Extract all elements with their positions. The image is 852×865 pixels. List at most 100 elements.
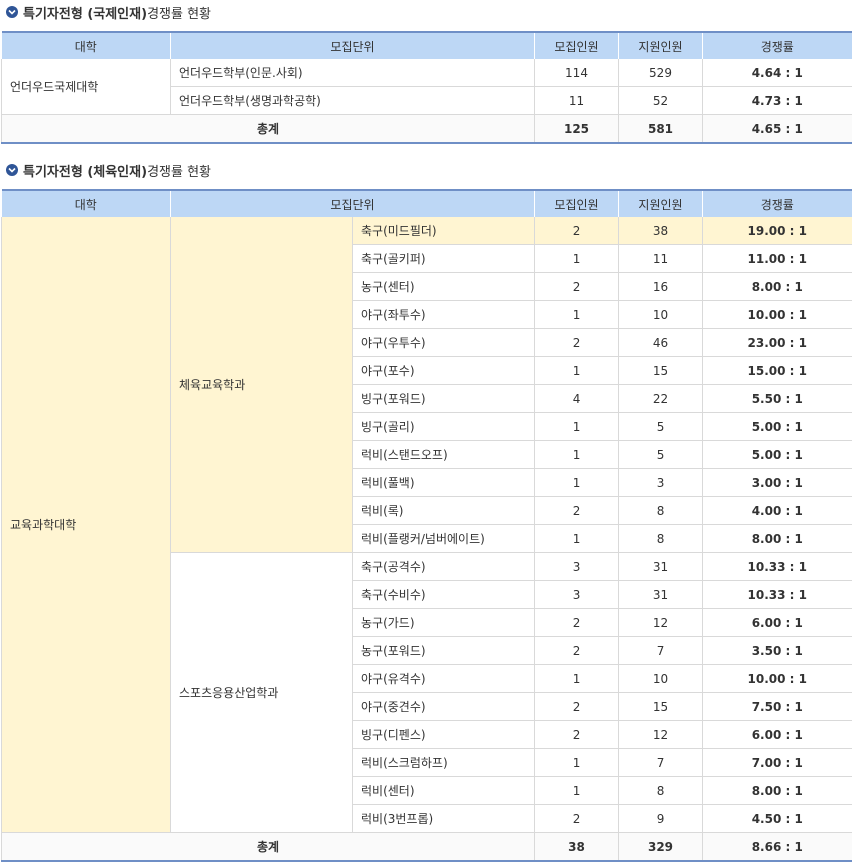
quota-cell: 2: [534, 496, 619, 525]
header-ratio: 경쟁률: [702, 189, 852, 217]
quota-cell: 2: [534, 720, 619, 749]
unit-cell: 언더우드학부(생명과학공학): [170, 86, 535, 115]
quota-cell: 3: [534, 552, 619, 581]
total-row: 총계 125 581 4.65 : 1: [1, 114, 852, 144]
ratio-cell: 4.73 : 1: [702, 86, 852, 115]
applicants-cell: 16: [618, 272, 703, 301]
unit-cell: 농구(센터): [351, 272, 535, 301]
section-title-bold: 특기자전형 (체육인재): [23, 164, 148, 180]
section-title-international: 특기자전형 (국제인재) 경쟁률 현황: [6, 2, 211, 22]
total-applicants: 581: [618, 114, 703, 144]
unit-cell: 럭비(플랭커/넘버에이트): [351, 524, 535, 553]
ratio-cell: 15.00 : 1: [702, 356, 852, 385]
ratio-cell: 10.00 : 1: [702, 300, 852, 329]
quota-cell: 2: [534, 328, 619, 357]
ratio-cell: 7.00 : 1: [702, 748, 852, 777]
quota-cell: 1: [534, 468, 619, 497]
total-row: 총계 38 329 8.66 : 1: [0, 832, 852, 862]
ratio-cell: 6.00 : 1: [702, 720, 852, 749]
section-title-bold: 특기자전형 (국제인재): [23, 6, 148, 22]
table-row: 교육과학대학 체육교육학과 축구(미드필더) 2 38 19.00 : 1: [1, 217, 852, 833]
table-header-row: 대학 모집단위 모집인원 지원인원 경쟁률: [1, 31, 852, 59]
applicants-cell: 7: [618, 636, 703, 665]
unit-cell: 축구(수비수): [351, 580, 535, 609]
quota-cell: 1: [534, 244, 619, 273]
competition-table-international: 대학 모집단위 모집인원 지원인원 경쟁률 언더우드국제대학 언더우드학부(인문…: [1, 31, 852, 144]
applicants-cell: 529: [618, 59, 703, 87]
unit-cell: 럭비(스크럼하프): [351, 748, 535, 777]
ratio-cell: 5.00 : 1: [702, 412, 852, 441]
applicants-cell: 46: [618, 328, 703, 357]
quota-cell: 2: [534, 608, 619, 637]
header-unit: 모집단위: [170, 31, 535, 59]
quota-cell: 1: [534, 776, 619, 805]
applicants-cell: 8: [618, 496, 703, 525]
applicants-cell: 12: [618, 720, 703, 749]
unit-cell: 축구(공격수): [351, 552, 535, 581]
unit-cell: 빙구(골리): [351, 412, 535, 441]
section-title-rest: 경쟁률 현황: [147, 6, 211, 22]
quota-cell: 1: [534, 356, 619, 385]
quota-cell: 2: [534, 272, 619, 301]
ratio-cell: 19.00 : 1: [702, 217, 852, 245]
quota-cell: 2: [534, 692, 619, 721]
quota-cell: 1: [534, 440, 619, 469]
header-quota: 모집인원: [534, 189, 619, 217]
table-row: 언더우드국제대학 언더우드학부(인문.사회) 114 529 4.64 : 1: [1, 59, 852, 115]
unit-cell: 야구(유격수): [351, 664, 535, 693]
ratio-cell: 10.00 : 1: [702, 664, 852, 693]
quota-cell: 11: [534, 86, 619, 115]
unit-cell: 빙구(디펜스): [351, 720, 535, 749]
ratio-cell: 4.00 : 1: [702, 496, 852, 525]
quota-cell: 2: [534, 636, 619, 665]
header-quota: 모집인원: [534, 31, 619, 59]
ratio-cell: 11.00 : 1: [702, 244, 852, 273]
applicants-cell: 38: [618, 217, 703, 245]
ratio-cell: 5.00 : 1: [702, 440, 852, 469]
unit-cell: 야구(우투수): [351, 328, 535, 357]
total-label: 총계: [0, 832, 535, 862]
unit-cell: 언더우드학부(인문.사회): [170, 59, 535, 87]
unit-cell: 럭비(스탠드오프): [351, 440, 535, 469]
applicants-cell: 9: [618, 804, 703, 833]
ratio-cell: 8.00 : 1: [702, 272, 852, 301]
applicants-cell: 11: [618, 244, 703, 273]
total-quota: 125: [534, 114, 619, 144]
unit-cell: 럭비(록): [351, 496, 535, 525]
department-cell: 스포츠응용산업학과: [170, 552, 353, 833]
ratio-cell: 4.64 : 1: [702, 59, 852, 87]
unit-cell: 농구(포워드): [351, 636, 535, 665]
header-applicants: 지원인원: [618, 31, 703, 59]
college-cell: 교육과학대학: [1, 217, 171, 833]
unit-cell: 야구(포수): [351, 356, 535, 385]
header-applicants: 지원인원: [618, 189, 703, 217]
quota-cell: 1: [534, 300, 619, 329]
header-unit: 모집단위: [169, 189, 535, 217]
ratio-cell: 8.00 : 1: [702, 776, 852, 805]
unit-cell: 빙구(포워드): [351, 384, 535, 413]
quota-cell: 2: [534, 804, 619, 833]
applicants-cell: 7: [618, 748, 703, 777]
ratio-cell: 8.00 : 1: [702, 524, 852, 553]
chevron-down-circle-icon: [6, 164, 18, 176]
applicants-cell: 22: [618, 384, 703, 413]
table-header-row: 대학 모집단위 모집인원 지원인원 경쟁률: [1, 189, 852, 217]
ratio-cell: 23.00 : 1: [702, 328, 852, 357]
unit-cell: 럭비(풀백): [351, 468, 535, 497]
applicants-cell: 8: [618, 776, 703, 805]
applicants-cell: 52: [618, 86, 703, 115]
ratio-cell: 4.50 : 1: [702, 804, 852, 833]
ratio-cell: 10.33 : 1: [702, 580, 852, 609]
unit-cell: 야구(좌투수): [351, 300, 535, 329]
header-college: 대학: [1, 189, 171, 217]
competition-table-athletic: 대학 모집단위 모집인원 지원인원 경쟁률 교육과학대학 체육교육학과 축구(미드필…: [0, 189, 852, 862]
quota-cell: 1: [534, 412, 619, 441]
total-quota: 38: [534, 832, 619, 862]
quota-cell: 114: [534, 59, 619, 87]
quota-cell: 2: [534, 217, 619, 245]
unit-cell: 농구(가드): [351, 608, 535, 637]
department-cell: 체육교육학과: [170, 217, 353, 553]
total-label: 총계: [1, 114, 535, 144]
ratio-cell: 5.50 : 1: [702, 384, 852, 413]
section-title-athletic: 특기자전형 (체육인재) 경쟁률 현황: [6, 160, 211, 180]
